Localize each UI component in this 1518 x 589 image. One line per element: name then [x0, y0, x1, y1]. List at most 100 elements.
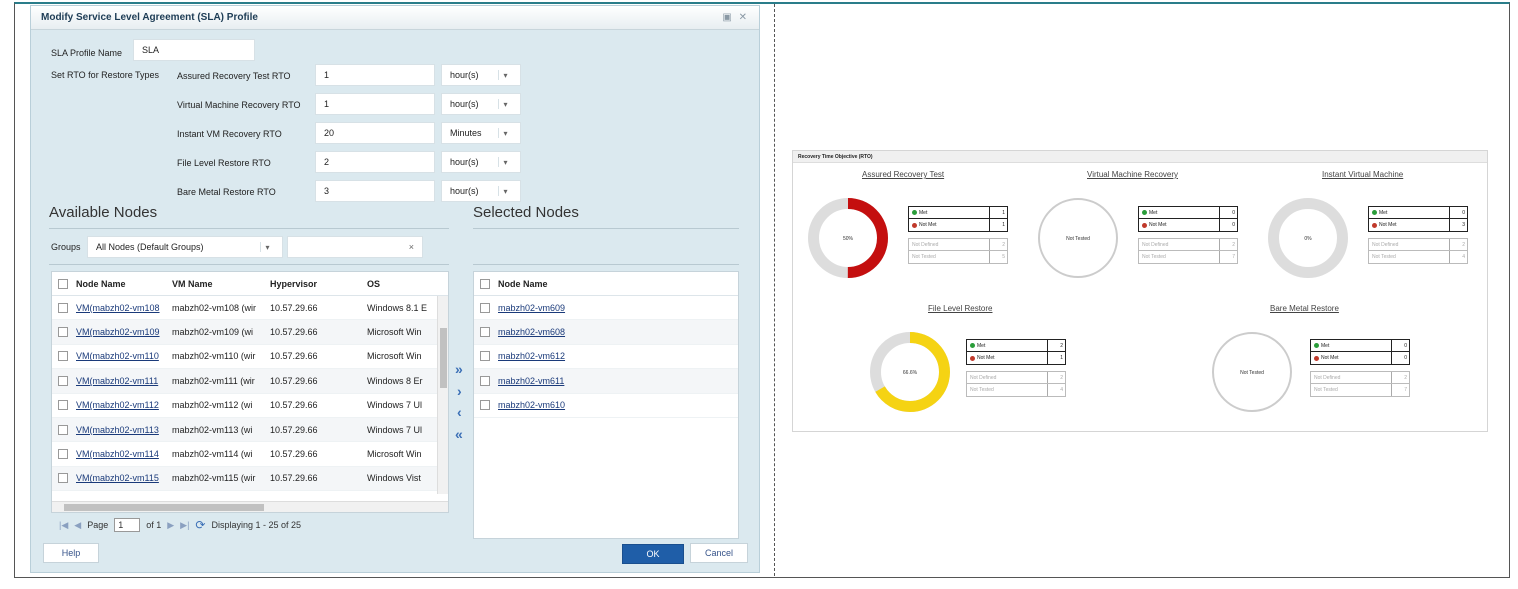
page-input[interactable]: 1	[114, 518, 141, 532]
node-name-link[interactable]: VM(mabzh02-vm110	[76, 351, 172, 361]
table-row[interactable]: VM(mabzh02-vm108 mabzh02-vm108 (wir 10.5…	[52, 296, 448, 321]
gauge-title[interactable]: Virtual Machine Recovery	[1087, 170, 1178, 179]
rto-value-input[interactable]: 2	[315, 151, 435, 173]
node-name-link[interactable]: VM(mabzh02-vm109	[76, 327, 172, 337]
cancel-button[interactable]: Cancel	[690, 543, 748, 563]
table-row[interactable]: mabzh02-vm608	[474, 320, 738, 345]
table-row[interactable]: VM(mabzh02-vm112 mabzh02-vm112 (wi 10.57…	[52, 394, 448, 418]
row-checkbox[interactable]	[58, 327, 68, 338]
col-node-name[interactable]: Node Name	[76, 279, 172, 289]
gauge-title[interactable]: File Level Restore	[928, 304, 992, 313]
met-count: 0	[1391, 340, 1409, 351]
select-all-selected-checkbox[interactable]	[480, 278, 490, 289]
node-search-input[interactable]: ×	[287, 236, 423, 258]
selected-node-link[interactable]: mabzh02-vm610	[498, 400, 565, 410]
gauge-title[interactable]: Bare Metal Restore	[1270, 304, 1339, 313]
col-selected-node-name[interactable]: Node Name	[498, 279, 548, 289]
groups-value: All Nodes (Default Groups)	[96, 242, 204, 252]
row-checkbox[interactable]	[58, 473, 68, 484]
not-met-count: 0	[1391, 352, 1409, 364]
table-row[interactable]: VM(mabzh02-vm113 mabzh02-vm113 (wi 10.57…	[52, 417, 448, 443]
table-row[interactable]: VM(mabzh02-vm114 mabzh02-vm114 (wi 10.57…	[52, 442, 448, 467]
row-checkbox[interactable]	[480, 375, 490, 386]
node-name-link[interactable]: VM(mabzh02-vm114	[76, 449, 172, 459]
select-all-checkbox[interactable]	[58, 278, 68, 289]
help-button[interactable]: Help	[43, 543, 99, 563]
node-name-link[interactable]: VM(mabzh02-vm111	[76, 376, 172, 386]
row-checkbox[interactable]	[480, 351, 490, 362]
refresh-icon[interactable]: ⟳	[195, 518, 205, 532]
os-cell: Windows 8 Er	[367, 375, 423, 386]
groups-select[interactable]: All Nodes (Default Groups) ▾	[87, 236, 283, 258]
table-row[interactable]: mabzh02-vm612	[474, 345, 738, 370]
node-name-link[interactable]: VM(mabzh02-vm108	[76, 303, 172, 313]
move-all-right-icon[interactable]: »	[455, 361, 463, 377]
met-count: 0	[1219, 207, 1237, 218]
not-tested-count: 5	[989, 251, 1007, 263]
rto-donut: 50%	[808, 198, 888, 278]
not-met-count: 1	[989, 219, 1007, 231]
selected-node-link[interactable]: mabzh02-vm612	[498, 351, 565, 361]
selected-node-link[interactable]: mabzh02-vm609	[498, 303, 565, 313]
node-name-link[interactable]: VM(mabzh02-vm115	[76, 473, 172, 483]
col-os[interactable]: OS	[367, 279, 448, 289]
met-label: Met	[1321, 342, 1330, 349]
rto-value-input[interactable]: 1	[315, 93, 435, 115]
window-controls-icon[interactable]: ▣ ✕	[722, 12, 749, 23]
row-checkbox[interactable]	[58, 449, 68, 460]
table-row[interactable]: mabzh02-vm611	[474, 369, 738, 394]
vertical-scrollbar[interactable]	[437, 296, 448, 494]
table-row[interactable]: VM(mabzh02-vm115 mabzh02-vm115 (wir 10.5…	[52, 466, 448, 492]
rto-unit-select[interactable]: hour(s) ▾	[441, 151, 521, 173]
rto-row-label: Virtual Machine Recovery RTO	[177, 100, 301, 110]
move-right-icon[interactable]: ›	[457, 383, 462, 399]
rto-unit-select[interactable]: Minutes ▾	[441, 122, 521, 144]
selected-table-header: Node Name	[474, 272, 738, 296]
clear-icon[interactable]: ×	[409, 242, 414, 252]
node-name-link[interactable]: VM(mabzh02-vm113	[76, 425, 172, 435]
first-page-icon[interactable]: |◀	[59, 520, 68, 531]
rto-unit-select[interactable]: hour(s) ▾	[441, 180, 521, 202]
row-checkbox[interactable]	[480, 400, 490, 411]
met-count: 1	[989, 207, 1007, 218]
row-checkbox[interactable]	[480, 302, 490, 313]
rto-unit-select[interactable]: hour(s) ▾	[441, 93, 521, 115]
col-vm-name[interactable]: VM Name	[172, 279, 270, 289]
row-checkbox[interactable]	[58, 424, 68, 435]
gauge-title[interactable]: Assured Recovery Test	[862, 170, 944, 179]
row-checkbox[interactable]	[58, 400, 68, 411]
node-name-link[interactable]: VM(mabzh02-vm112	[76, 400, 172, 410]
last-page-icon[interactable]: ▶|	[180, 520, 189, 531]
rto-value-input[interactable]: 3	[315, 180, 435, 202]
row-checkbox[interactable]	[58, 351, 68, 362]
horizontal-scrollbar[interactable]	[52, 501, 448, 512]
divider	[774, 4, 775, 576]
table-row[interactable]: mabzh02-vm610	[474, 394, 738, 418]
row-checkbox[interactable]	[58, 375, 68, 386]
col-hypervisor[interactable]: Hypervisor	[270, 279, 367, 289]
donut-center-label: 0%	[1304, 236, 1312, 242]
move-all-left-icon[interactable]: «	[455, 426, 463, 442]
profile-name-input[interactable]: SLA	[133, 39, 255, 61]
next-page-icon[interactable]: ▶	[167, 520, 174, 531]
row-checkbox[interactable]	[480, 327, 490, 338]
not-defined-label: Not Defined	[1314, 374, 1341, 381]
table-row[interactable]: VM(mabzh02-vm109 mabzh02-vm109 (wi 10.57…	[52, 320, 448, 345]
selected-node-link[interactable]: mabzh02-vm608	[498, 327, 565, 337]
rto-value-input[interactable]: 1	[315, 64, 435, 86]
rto-unit-select[interactable]: hour(s) ▾	[441, 64, 521, 86]
table-row[interactable]: VM(mabzh02-vm111 mabzh02-vm111 (wir 10.5…	[52, 369, 448, 394]
available-nodes-title: Available Nodes	[49, 204, 158, 221]
gauge-title[interactable]: Instant Virtual Machine	[1322, 170, 1403, 179]
rto-value-input[interactable]: 20	[315, 122, 435, 144]
rto-donut: Not Tested	[1212, 332, 1292, 412]
gauge-legend: Met 1 Not Met 1 Not Defined 2 Not Tested 5	[908, 206, 1008, 264]
table-row[interactable]: VM(mabzh02-vm110 mabzh02-vm110 (wir 10.5…	[52, 345, 448, 370]
move-left-icon[interactable]: ‹	[457, 404, 462, 420]
prev-page-icon[interactable]: ◀	[74, 520, 81, 531]
row-checkbox[interactable]	[58, 302, 68, 313]
table-row[interactable]: mabzh02-vm609	[474, 296, 738, 321]
rto-label: Set RTO for Restore Types	[51, 70, 160, 80]
ok-button[interactable]: OK	[622, 544, 684, 564]
selected-node-link[interactable]: mabzh02-vm611	[498, 376, 564, 386]
